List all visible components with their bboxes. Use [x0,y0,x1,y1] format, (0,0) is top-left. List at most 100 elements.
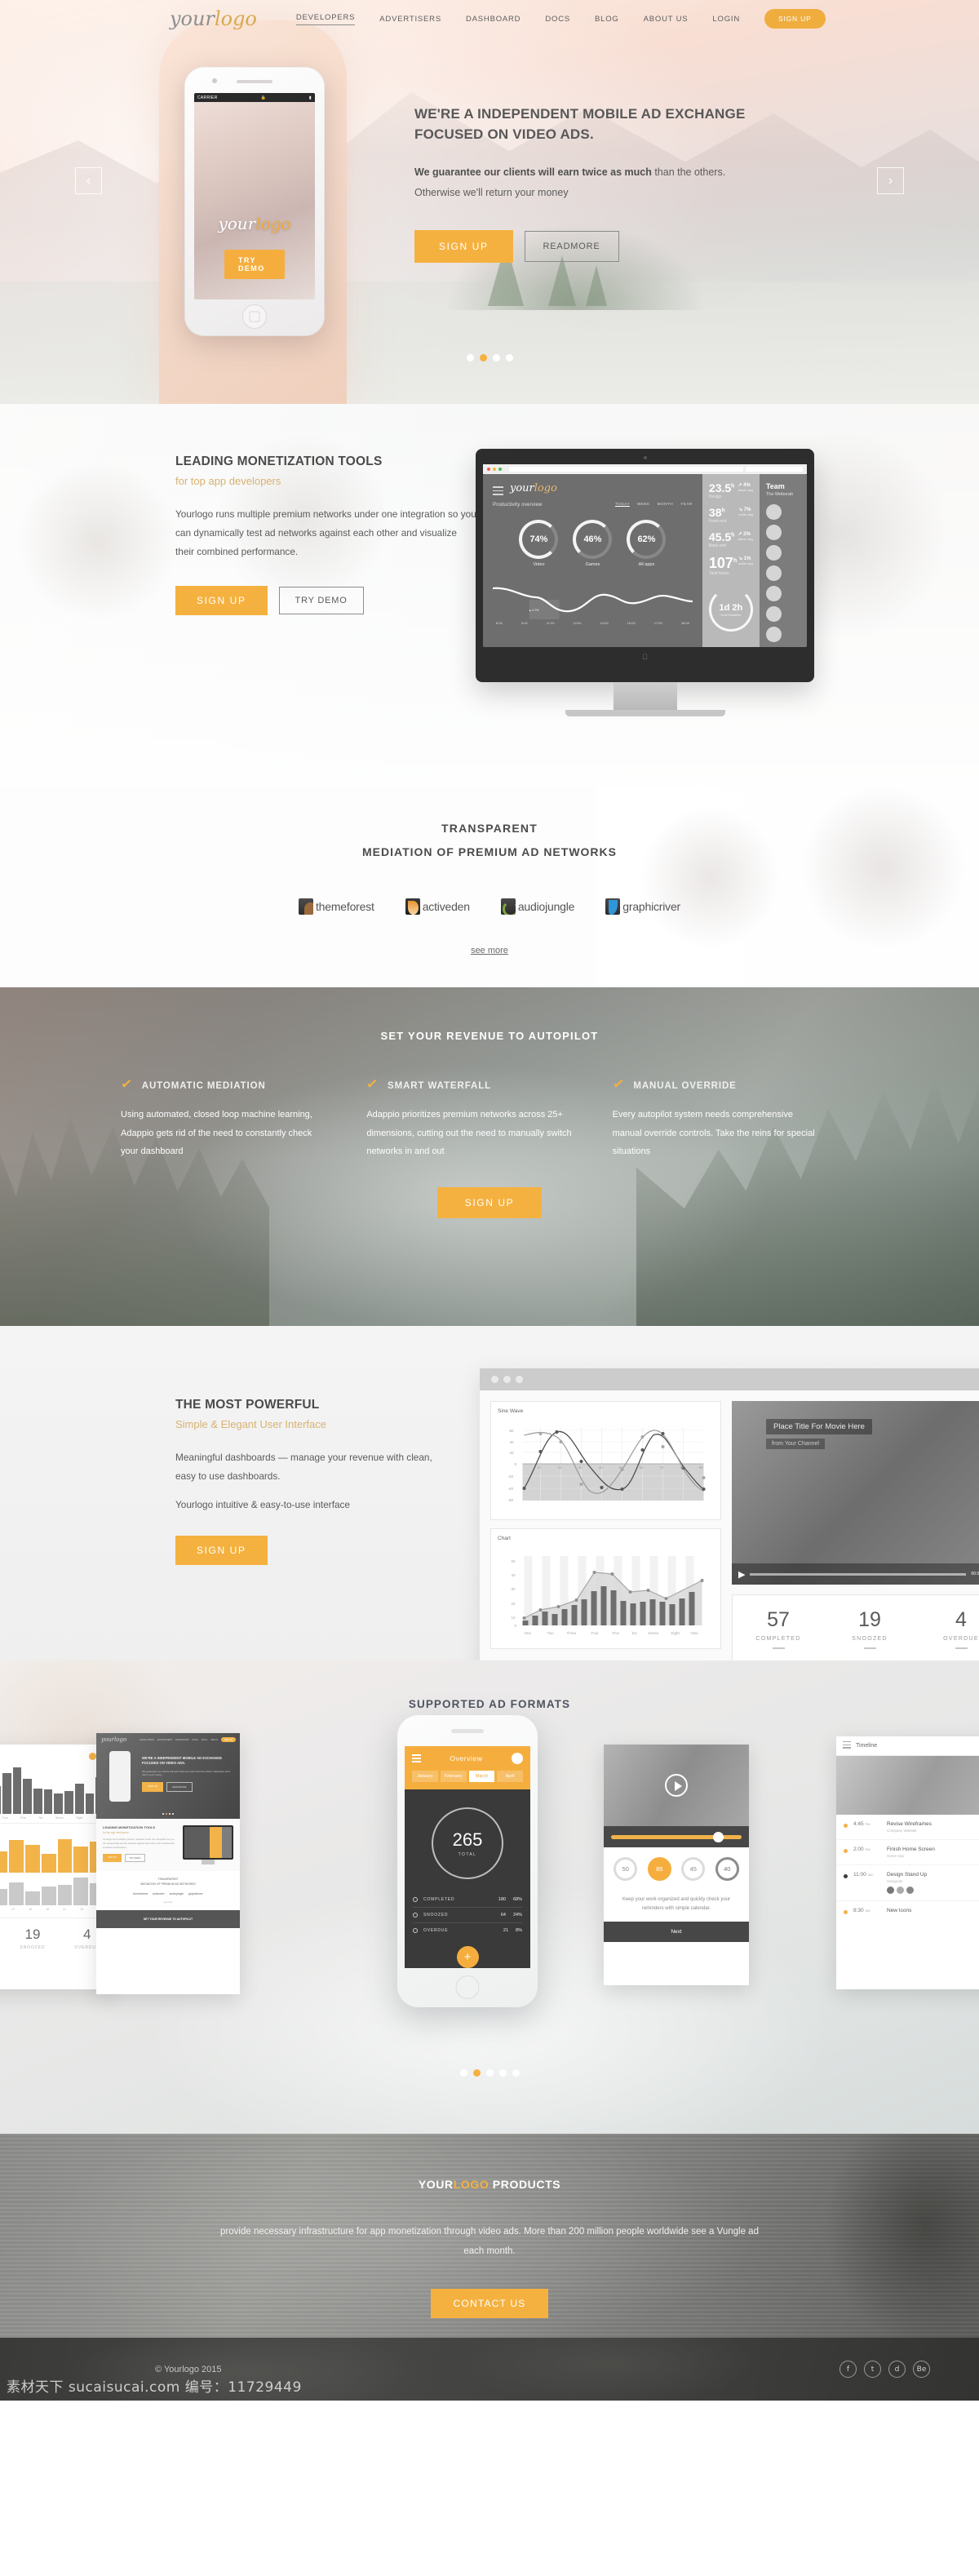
video-player[interactable]: Place Title For Movie Here from Your Cha… [732,1401,979,1585]
timeline-item[interactable]: 8:30 AM New Icons [836,1901,979,1921]
play-icon[interactable] [665,1774,688,1797]
format-card-timeline[interactable]: Timeline 4:45 PM Revise Wireframes Compan… [836,1736,979,1989]
task-row-snoozed[interactable]: SNOOZED 64 24% [413,1908,522,1923]
partner-logo-graphicriver[interactable]: graphicriver [605,898,680,915]
tab-today[interactable]: TODAY [615,502,631,507]
timeline-item[interactable]: 4:45 PM Revise Wireframes Company Website [836,1815,979,1840]
carousel-dot-active[interactable] [479,354,487,361]
carousel-dot[interactable] [492,354,500,361]
hero-signup-button[interactable]: SIGN UP [414,230,513,264]
avatar[interactable] [765,606,782,622]
avatar[interactable] [765,586,782,601]
activeden-label: activeden [422,900,470,913]
site-logo[interactable]: yourlogo [170,7,257,30]
month-february[interactable]: February [440,1771,467,1782]
timeline-item[interactable]: 11:00 AM Design Stand Up Hangouts [836,1865,979,1901]
partner-logo-audiojungle[interactable]: audiojungle [500,898,574,915]
nav-item-about-us[interactable]: ABOUT US [644,15,689,24]
phone-home-button[interactable] [242,304,267,329]
tools-title: LEADING MONETIZATION TOOLS [175,454,383,468]
window-minimize-icon[interactable] [493,468,496,471]
browser-search-bar[interactable] [746,467,803,472]
video-next-button[interactable]: Next [604,1921,749,1942]
video-progress-bar[interactable] [750,1572,967,1576]
twitter-icon[interactable]: t [864,2361,881,2378]
tab-month[interactable]: MONTH [658,502,674,507]
play-icon[interactable]: ▶ [738,1569,745,1580]
partner-logo-themeforest[interactable]: themeforest [298,898,374,915]
carousel-dot[interactable] [512,2069,520,2077]
window-maximize-icon[interactable] [498,468,502,471]
tools-trydemo-button[interactable]: TRY DEMO [278,587,364,614]
nav-signup-button[interactable]: SIGN UP [764,9,826,29]
task-row-completed[interactable]: COMPLETED 180 68% [413,1892,522,1908]
phone-logo: yourlogo [194,214,315,233]
tools-signup-button[interactable]: SIGN UP [175,586,268,615]
contact-us-button[interactable]: CONTACT US [430,2289,549,2319]
carousel-dot[interactable] [498,2069,507,2077]
phone-try-demo-button[interactable]: TRY DEMO [224,250,285,279]
timeline-item[interactable]: 2:00 PM Finish Home Screen Home App [836,1840,979,1865]
wave-tooltip: ▲ 0.7% [529,608,539,612]
month-april[interactable]: April [497,1771,523,1782]
window-close-icon[interactable] [491,1376,498,1383]
nav-item-blog[interactable]: BLOG [595,15,619,24]
nav-item-advertisers[interactable]: ADVERTISERS [379,15,441,24]
nav-item-developers[interactable]: DEVELOPERS [295,13,356,25]
axis-tick: 8:00 [496,620,503,625]
seek-knob[interactable] [712,1831,724,1842]
window-minimize-icon[interactable] [503,1376,511,1383]
autopilot-signup-button[interactable]: SIGN UP [436,1186,543,1218]
avatar[interactable] [765,627,782,642]
video-seek-bar[interactable] [604,1826,749,1847]
stat-divider [955,1647,968,1649]
powerful-signup-button[interactable]: SIGN UP [175,1536,268,1565]
see-more-link[interactable]: see more [471,946,508,955]
avatar[interactable] [512,1753,523,1764]
avatar[interactable] [897,1887,904,1894]
dribbble-icon[interactable]: d [888,2361,906,2378]
window-close-icon[interactable] [487,468,490,471]
carousel-prev-arrow-icon[interactable]: ‹ [75,167,102,194]
facebook-icon[interactable]: f [839,2361,857,2378]
autopilot-section: SET YOUR REVENUE TO AUTOPILOT ✓ AUTOMATI… [0,987,979,1326]
month-march-active[interactable]: March [468,1771,495,1782]
hero-readmore-button[interactable]: READMORE [524,231,619,263]
row-label: SNOOZED [423,1913,449,1918]
carousel-dot[interactable] [459,2069,467,2077]
tab-year[interactable]: YEAR [680,502,693,507]
carousel-dot-active[interactable] [472,2069,481,2077]
format-card-landing-preview[interactable]: yourlogo DEVELOPERS ADVERTISERS DASHBOARD… [96,1733,240,1994]
avatar[interactable] [765,525,782,540]
carousel-dot[interactable] [505,354,513,361]
behance-icon[interactable]: Be [913,2361,930,2378]
carousel-dot[interactable] [466,354,474,361]
avatar[interactable] [765,545,782,561]
avatar[interactable] [765,504,782,520]
nav-item-login[interactable]: LOGIN [712,15,740,24]
nav-item-docs[interactable]: DOCS [545,15,570,24]
month-january[interactable]: January [412,1771,438,1782]
tab-week[interactable]: WEEK [637,502,650,507]
hamburger-menu-icon[interactable] [493,486,503,498]
carousel-next-arrow-icon[interactable]: › [877,167,904,194]
row-count: 180 [498,1897,506,1902]
format-card-video[interactable]: 50 85 45 40 Keep your work organized and… [604,1745,749,1985]
dash-logo-logo: logo [534,482,557,494]
mini-nav: DEVELOPERS ADVERTISERS DASHBOARD DOCS BLOG… [140,1737,236,1742]
task-row-overdue[interactable]: OVERDUE 21 8% [413,1923,522,1938]
avatar[interactable] [887,1887,894,1894]
partner-logo-activeden[interactable]: activeden [405,898,470,915]
browser-address-bar[interactable] [509,467,743,472]
hamburger-menu-icon[interactable] [412,1754,421,1762]
format-phone-mockup[interactable]: Overview January February March April 26… [397,1715,538,2007]
phone-home-button[interactable] [455,1975,480,1999]
avatar[interactable] [765,565,782,581]
add-task-fab[interactable]: + [456,1946,479,1968]
nav-item-dashboard[interactable]: DASHBOARD [466,15,521,24]
bullet-icon [844,1824,848,1828]
avatar[interactable] [906,1887,914,1894]
carousel-dot[interactable] [485,2069,494,2077]
window-maximize-icon[interactable] [516,1376,523,1383]
hamburger-menu-icon[interactable] [843,1740,851,1750]
